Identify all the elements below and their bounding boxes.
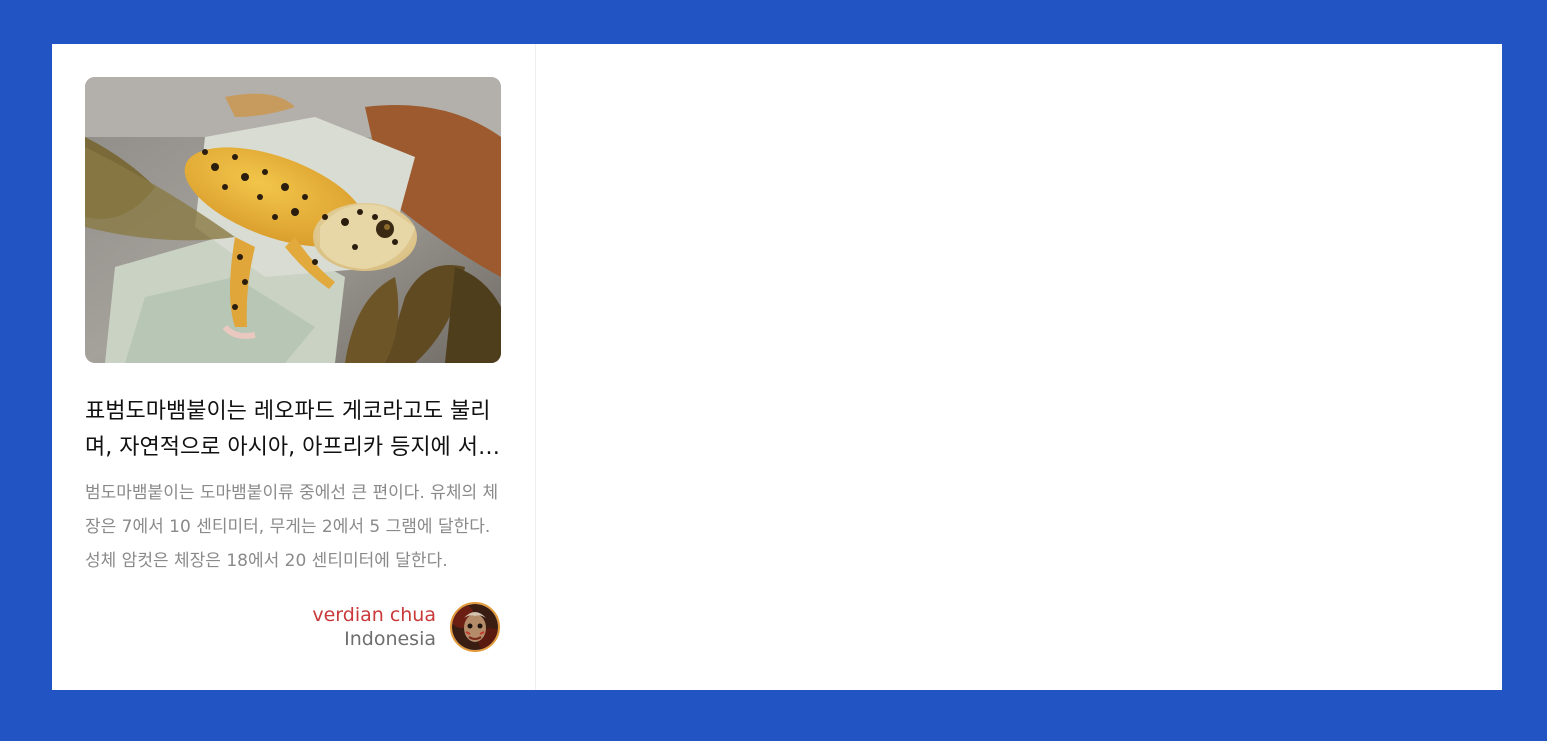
avatar[interactable] [450,602,500,652]
article-image[interactable] [85,77,501,363]
author-text: verdian chua Indonesia [312,603,436,651]
author-info[interactable]: verdian chua Indonesia [312,602,500,652]
article-excerpt: 범도마뱀붙이는 도마뱀붙이류 중에선 큰 편이다. 유체의 체장은 7에서 10… [85,483,499,571]
author-name[interactable]: verdian chua [312,603,436,627]
user-avatar-icon [452,604,498,650]
gecko-image [85,77,501,363]
article-card[interactable]: 표범도마뱀붙이는 레오파드 게코라고도 불리며, 자연적으로 아시아, 아프리카… [52,44,536,690]
content-panel: 표범도마뱀붙이는 레오파드 게코라고도 불리며, 자연적으로 아시아, 아프리카… [52,44,1502,690]
author-country: Indonesia [344,628,436,650]
article-title[interactable]: 표범도마뱀붙이는 레오파드 게코라고도 불리며, 자연적으로 아시아, 아프리카… [85,394,501,466]
